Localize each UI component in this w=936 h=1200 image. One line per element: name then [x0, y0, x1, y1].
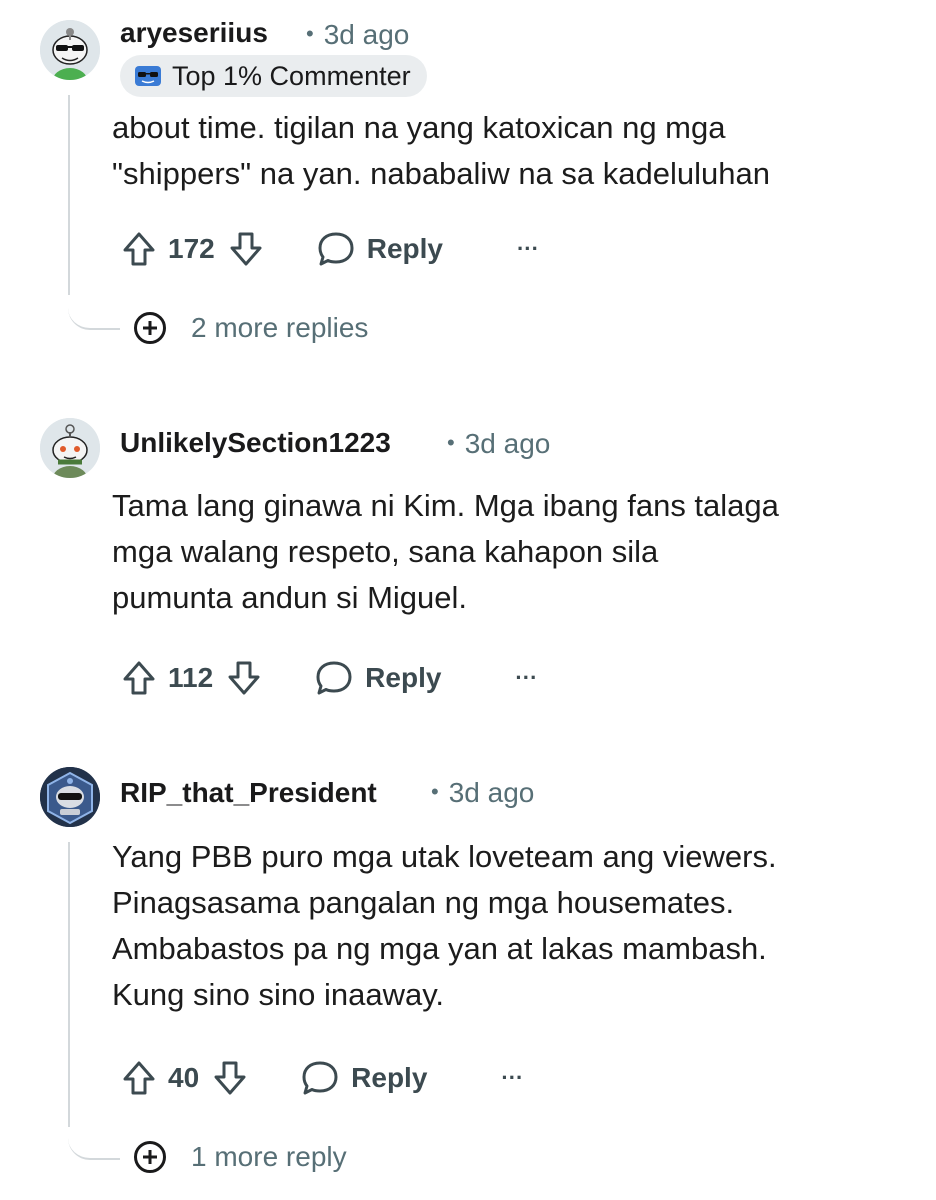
more-options-button[interactable]: ···: [501, 1065, 523, 1091]
timestamp: • 3d ago: [431, 777, 534, 809]
upvote-button[interactable]: [122, 231, 156, 267]
comment-line: Yang PBB puro mga utak loveteam ang view…: [112, 839, 777, 874]
upvote-button[interactable]: [122, 660, 156, 696]
more-replies-link[interactable]: 2 more replies: [133, 311, 368, 345]
downvote-icon: [230, 232, 262, 266]
badge-label: Top 1% Commenter: [172, 60, 411, 91]
comment-line: mga walang respeto, sana kahapon sila: [112, 534, 659, 569]
comment-actions: 112 Reply ···: [122, 653, 537, 703]
meta-separator: •: [447, 430, 455, 455]
reply-bubble-icon: [302, 1061, 338, 1095]
avatar[interactable]: [40, 767, 100, 827]
commenter-badge[interactable]: Top 1% Commenter: [120, 55, 427, 97]
vote-count: 40: [168, 1062, 200, 1093]
reply-label: Reply: [366, 233, 443, 264]
comment-body: Tama lang ginawa ni Kim. Mga ibang fans …: [112, 483, 912, 621]
meta-separator: •: [431, 779, 439, 804]
time-ago: 3d ago: [323, 19, 410, 50]
comment-actions: 40 Reply ···: [122, 1053, 523, 1103]
username[interactable]: aryeseriius: [120, 17, 268, 49]
comment-line: about time. tigilan na yang katoxican ng…: [112, 110, 726, 145]
upvote-icon: [123, 232, 155, 266]
sunglasses-badge-icon: [135, 66, 161, 86]
downvote-icon: [214, 1061, 246, 1095]
thread-connector: [68, 290, 120, 330]
vote-count: 112: [168, 662, 214, 693]
comment-actions: 172 Reply ···: [122, 224, 539, 274]
vote-count: 172: [168, 233, 215, 264]
reply-bubble-icon: [316, 661, 352, 695]
more-options-button[interactable]: ···: [517, 236, 539, 262]
reply-label: Reply: [365, 662, 442, 693]
reply-button[interactable]: Reply: [317, 231, 443, 267]
reply-bubble-icon: [318, 232, 354, 266]
comment-line: Kung sino sino inaaway.: [112, 977, 445, 1012]
more-replies-label: 1 more reply: [191, 1141, 347, 1172]
meta-separator: •: [306, 21, 314, 46]
reply-button[interactable]: Reply: [301, 1060, 427, 1096]
plus-circle-icon: [134, 1141, 166, 1173]
snoo-avatar-icon: [40, 20, 100, 80]
thread-line: [68, 842, 70, 1127]
thread-connector: [68, 1122, 120, 1160]
snoo-avatar-icon: [40, 418, 100, 478]
username[interactable]: UnlikelySection1223: [120, 427, 391, 459]
robot-avatar-icon: [40, 767, 100, 827]
reply-label: Reply: [351, 1062, 428, 1093]
upvote-icon: [123, 1061, 155, 1095]
more-replies-label: 2 more replies: [191, 312, 369, 343]
downvote-button[interactable]: [227, 660, 261, 696]
comment-line: pumunta andun si Miguel.: [112, 580, 468, 615]
more-options-button[interactable]: ···: [515, 665, 537, 691]
comment-line: Ambabastos pa ng mga yan at lakas mambas…: [112, 931, 767, 966]
username[interactable]: RIP_that_President: [120, 777, 377, 809]
comment-line: Pinagsasama pangalan ng mga housemates.: [112, 885, 735, 920]
downvote-icon: [228, 661, 260, 695]
avatar[interactable]: [40, 418, 100, 478]
upvote-button[interactable]: [122, 1060, 156, 1096]
upvote-icon: [123, 661, 155, 695]
comment-line: "shippers" na yan. nababaliw na sa kadel…: [112, 156, 770, 191]
time-ago: 3d ago: [464, 428, 551, 459]
plus-circle-icon: [134, 312, 166, 344]
downvote-button[interactable]: [229, 231, 263, 267]
comment-body: Yang PBB puro mga utak loveteam ang view…: [112, 834, 912, 1018]
reply-button[interactable]: Reply: [315, 660, 441, 696]
more-replies-link[interactable]: 1 more reply: [133, 1140, 347, 1174]
timestamp: • 3d ago: [306, 19, 409, 51]
time-ago: 3d ago: [448, 777, 535, 808]
avatar[interactable]: [40, 20, 100, 80]
comment-line: Tama lang ginawa ni Kim. Mga ibang fans …: [112, 488, 779, 523]
timestamp: • 3d ago: [447, 428, 550, 460]
comment-body: about time. tigilan na yang katoxican ng…: [112, 105, 912, 197]
thread-line: [68, 95, 70, 295]
downvote-button[interactable]: [213, 1060, 247, 1096]
